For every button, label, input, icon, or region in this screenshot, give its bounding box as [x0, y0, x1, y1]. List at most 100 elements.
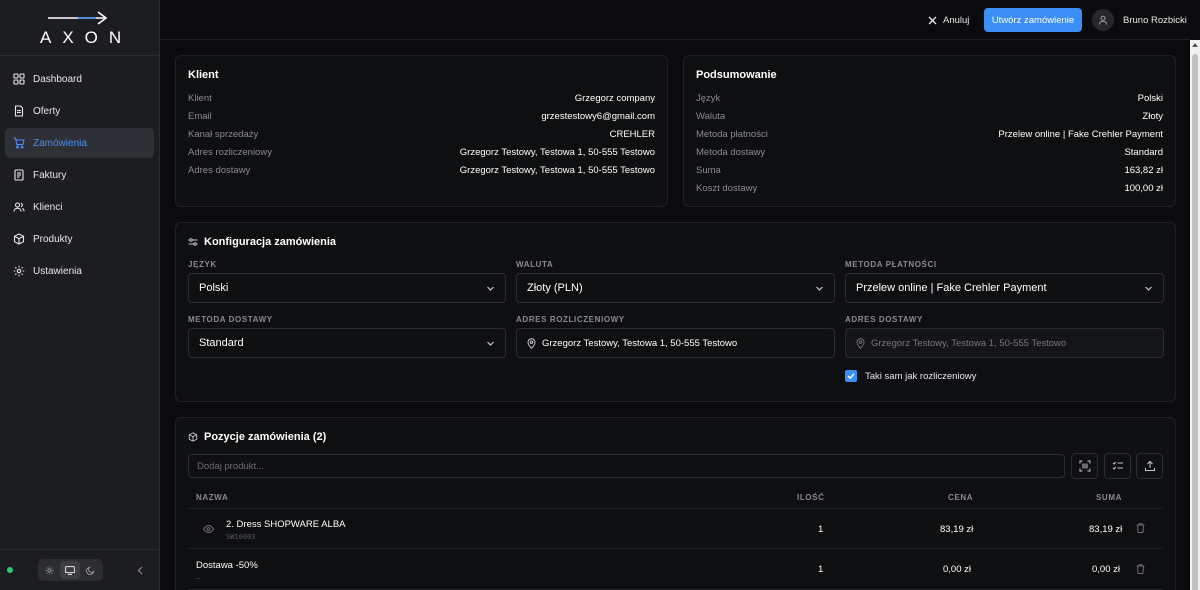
collapse-sidebar-button[interactable]: [133, 563, 147, 577]
chevron-down-icon: [487, 286, 494, 291]
map-pin-icon: [527, 337, 536, 349]
sidebar-item-dashboard[interactable]: Dashboard: [5, 64, 154, 94]
sidebar: AXON Dashboard Oferty Zamówienia Faktury…: [0, 0, 160, 590]
order-config-card: Konfiguracja zamówienia JĘZYK Polski WAL…: [175, 222, 1176, 402]
payment-value: Przelew online | Fake Crehler Payment: [856, 282, 1047, 294]
scroll-thumb[interactable]: [1192, 54, 1198, 590]
table-row[interactable]: Dostawa -50% – 1 0,00 zł 0,00 zł: [188, 550, 1163, 590]
summary-row-value: Polski: [1137, 92, 1163, 104]
scan-barcode-button[interactable]: [1071, 453, 1098, 479]
cancel-label: Anuluj: [943, 14, 970, 26]
sidebar-item-label: Faktury: [33, 169, 67, 181]
sidebar-item-orders[interactable]: Zamówienia: [5, 128, 154, 158]
avatar: [1092, 9, 1114, 31]
sidebar-item-invoices[interactable]: Faktury: [5, 160, 154, 190]
currency-value: Złoty (PLN): [527, 282, 583, 294]
billing-address-label: ADRES ROZLICZENIOWY: [516, 315, 625, 324]
billing-address-input[interactable]: Grzegorz Testowy, Testowa 1, 50-555 Test…: [516, 328, 835, 358]
chevron-down-icon: [1145, 286, 1152, 291]
language-select[interactable]: Polski: [188, 273, 506, 303]
summary-row: Język Polski: [696, 91, 1163, 105]
sidebar-item-label: Zamówienia: [33, 137, 87, 149]
row-quantity[interactable]: 1: [818, 564, 823, 575]
sidebar-item-offers[interactable]: Oferty: [5, 96, 154, 126]
sidebar-nav: Dashboard Oferty Zamówienia Faktury Klie…: [0, 56, 159, 286]
checklist-icon: [1112, 461, 1123, 470]
summary-row-value: 163,82 zł: [1124, 164, 1163, 176]
client-row-value: Grzegorz Testowy, Testowa 1, 50-555 Test…: [459, 164, 655, 176]
client-row: Klient Grzegorz company: [188, 91, 655, 105]
column-header-price[interactable]: CENA: [948, 493, 973, 502]
client-row-value: Grzegorz Testowy, Testowa 1, 50-555 Test…: [459, 146, 655, 158]
same-as-billing-checkbox[interactable]: [845, 370, 857, 382]
top-header: Anuluj Utwórz zamówienie Bruno Rozbicki: [160, 0, 1190, 40]
logo-text: AXON: [40, 28, 133, 47]
order-positions-title-text: Pozycje zamówienia (2): [204, 431, 327, 443]
sidebar-item-label: Produkty: [33, 233, 73, 245]
column-header-qty[interactable]: ILOŚĆ: [797, 493, 824, 502]
row-price: 0,00 zł: [943, 564, 971, 575]
summary-row-value: Przelew online | Fake Crehler Payment: [998, 128, 1163, 140]
sidebar-item-settings[interactable]: Ustawienia: [5, 256, 154, 286]
theme-dark-button[interactable]: [81, 561, 100, 579]
table-row[interactable]: 2. Dress SHOPWARE ALBA SW10003 1 83,19 z…: [188, 509, 1163, 549]
client-row-value: Grzegorz company: [574, 92, 655, 104]
app-root: AXON Dashboard Oferty Zamówienia Faktury…: [0, 0, 1200, 590]
theme-system-button[interactable]: [60, 561, 80, 579]
create-order-button[interactable]: Utwórz zamówienie: [984, 8, 1082, 32]
chevron-down-icon: [816, 286, 823, 291]
client-row: Kanał sprzedaży CREHLER: [188, 127, 655, 141]
shipping-value: Standard: [199, 337, 244, 349]
order-positions-title: Pozycje zamówienia (2): [188, 431, 326, 443]
sidebar-footer: [0, 549, 160, 590]
summary-row: Metoda dostawy Standard: [696, 145, 1163, 159]
checklist-button[interactable]: [1104, 453, 1131, 479]
page-scrollbar[interactable]: [1190, 40, 1200, 590]
upload-button[interactable]: [1136, 453, 1163, 479]
row-quantity[interactable]: 1: [818, 524, 823, 535]
scroll-up-arrow-icon[interactable]: [1192, 43, 1198, 47]
shipping-select[interactable]: Standard: [188, 328, 506, 358]
delivery-address-input[interactable]: Grzegorz Testowy, Testowa 1, 50-555 Test…: [845, 328, 1164, 358]
gear-icon: [13, 265, 25, 277]
payment-select[interactable]: Przelew online | Fake Crehler Payment: [845, 273, 1164, 303]
row-product-name: Dostawa -50%: [196, 560, 258, 571]
currency-select[interactable]: Złoty (PLN): [516, 273, 835, 303]
logo[interactable]: AXON: [0, 0, 159, 56]
trash-icon[interactable]: [1136, 564, 1145, 574]
column-header-sum[interactable]: SUMA: [1096, 493, 1122, 502]
order-config-title: Konfiguracja zamówienia: [188, 236, 336, 248]
dashboard-icon: [13, 73, 25, 85]
close-icon: [928, 16, 937, 24]
sliders-icon: [188, 238, 198, 246]
row-sum: 83,19 zł: [1089, 524, 1123, 535]
trash-icon[interactable]: [1136, 523, 1145, 533]
client-row-label: Adres rozliczeniowy: [188, 146, 272, 158]
chevron-down-icon: [487, 341, 494, 346]
theme-light-button[interactable]: [40, 561, 59, 579]
package-icon: [188, 432, 198, 442]
user-icon: [1098, 15, 1108, 25]
map-pin-icon: [856, 337, 865, 349]
eye-icon[interactable]: [203, 525, 214, 533]
column-header-name[interactable]: NAZWA: [196, 493, 228, 502]
client-row-value: grzestestowy6@gmail.com: [541, 110, 655, 122]
document-icon: [14, 105, 24, 117]
summary-card-title: Podsumowanie: [696, 69, 777, 81]
users-icon: [13, 202, 25, 212]
sidebar-item-clients[interactable]: Klienci: [5, 192, 154, 222]
summary-row-label: Metoda płatności: [696, 128, 768, 140]
cancel-button[interactable]: Anuluj: [928, 10, 969, 30]
row-sum: 0,00 zł: [1092, 564, 1120, 575]
summary-row-label: Metoda dostawy: [696, 146, 766, 158]
add-product-input[interactable]: Dodaj produkt...: [188, 454, 1065, 478]
user-menu[interactable]: Bruno Rozbicki: [1092, 9, 1187, 31]
delivery-address-label: ADRES DOSTAWY: [845, 315, 923, 324]
delivery-address-value: Grzegorz Testowy, Testowa 1, 50-555 Test…: [871, 337, 1067, 349]
summary-row-label: Koszt dostawy: [696, 182, 758, 194]
sidebar-item-products[interactable]: Produkty: [5, 224, 154, 254]
client-card-title: Klient: [188, 69, 219, 81]
summary-row: Metoda płatności Przelew online | Fake C…: [696, 127, 1163, 141]
chevron-left-icon: [137, 566, 142, 574]
language-label: JĘZYK: [188, 260, 217, 269]
